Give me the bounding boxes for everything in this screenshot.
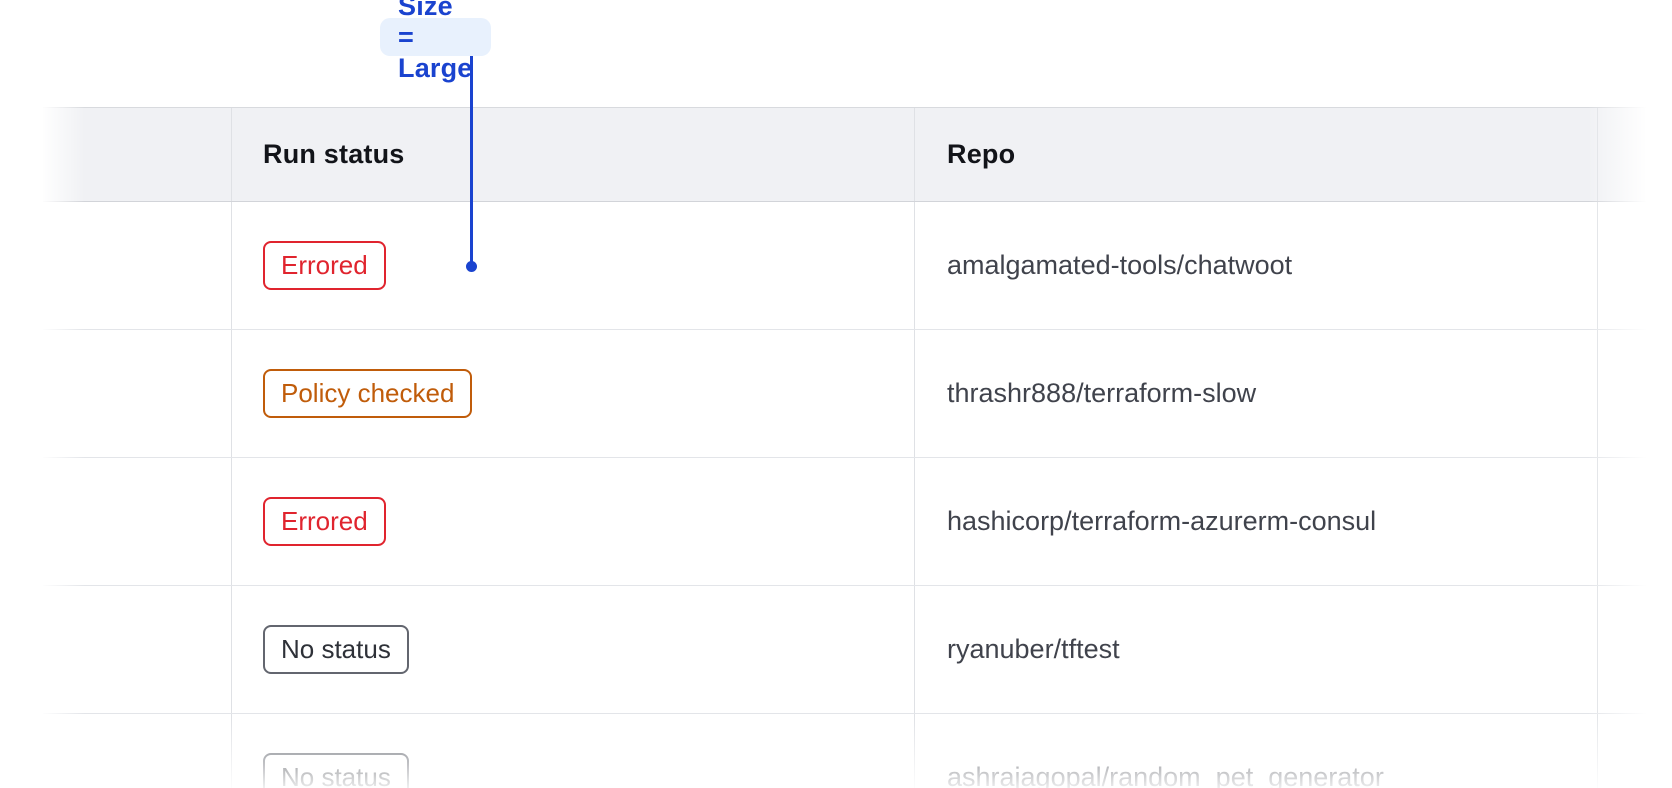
- header-cell-overflow: [1598, 108, 1672, 201]
- cell-run-status: Errored: [232, 458, 915, 585]
- annotation-pointer-line: [470, 56, 473, 262]
- repo-name: amalgamated-tools/chatwoot: [947, 250, 1292, 281]
- status-badge: Policy checked: [263, 369, 472, 418]
- table-row[interactable]: Errored amalgamated-tools/chatwoot: [43, 202, 1672, 330]
- cell-run-status: Errored: [232, 202, 915, 329]
- runs-table: Run status Repo Errored amalgamated-tool…: [43, 107, 1672, 788]
- cell-repo: ryanuber/tftest: [915, 586, 1598, 713]
- repo-name: ashrajagopal/random_pet_generator: [947, 762, 1384, 788]
- cell-overflow: [1598, 458, 1672, 585]
- table-header-row: Run status Repo: [43, 107, 1672, 202]
- repo-name: thrashr888/terraform-slow: [947, 378, 1256, 409]
- header-cell-empty: [43, 108, 232, 201]
- cell-empty: [43, 202, 232, 329]
- status-badge: Errored: [263, 497, 386, 546]
- status-badge: Errored: [263, 241, 386, 290]
- status-badge: No status: [263, 625, 409, 674]
- run-status-column-label: Run status: [263, 139, 405, 170]
- cell-repo: amalgamated-tools/chatwoot: [915, 202, 1598, 329]
- cell-repo: ashrajagopal/random_pet_generator: [915, 714, 1598, 788]
- cell-empty: [43, 586, 232, 713]
- size-annotation-label: Size = Large: [380, 18, 491, 56]
- cell-overflow: [1598, 586, 1672, 713]
- repo-name: ryanuber/tftest: [947, 634, 1120, 665]
- cell-overflow: [1598, 202, 1672, 329]
- cell-empty: [43, 458, 232, 585]
- table-row[interactable]: No status ryanuber/tftest: [43, 586, 1672, 714]
- cell-empty: [43, 330, 232, 457]
- cell-run-status: Policy checked: [232, 330, 915, 457]
- cell-overflow: [1598, 714, 1672, 788]
- table-row[interactable]: No status ashrajagopal/random_pet_genera…: [43, 714, 1672, 788]
- cell-repo: hashicorp/terraform-azurerm-consul: [915, 458, 1598, 585]
- header-cell-repo: Repo: [915, 108, 1598, 201]
- annotation-pointer-dot: [466, 261, 477, 272]
- cell-overflow: [1598, 330, 1672, 457]
- cell-run-status: No status: [232, 714, 915, 788]
- status-badge: No status: [263, 753, 409, 788]
- table-row[interactable]: Policy checked thrashr888/terraform-slow: [43, 330, 1672, 458]
- repo-name: hashicorp/terraform-azurerm-consul: [947, 506, 1376, 537]
- repo-column-label: Repo: [947, 139, 1015, 170]
- table-row[interactable]: Errored hashicorp/terraform-azurerm-cons…: [43, 458, 1672, 586]
- cell-run-status: No status: [232, 586, 915, 713]
- cell-empty: [43, 714, 232, 788]
- cell-repo: thrashr888/terraform-slow: [915, 330, 1598, 457]
- header-cell-run-status: Run status: [232, 108, 915, 201]
